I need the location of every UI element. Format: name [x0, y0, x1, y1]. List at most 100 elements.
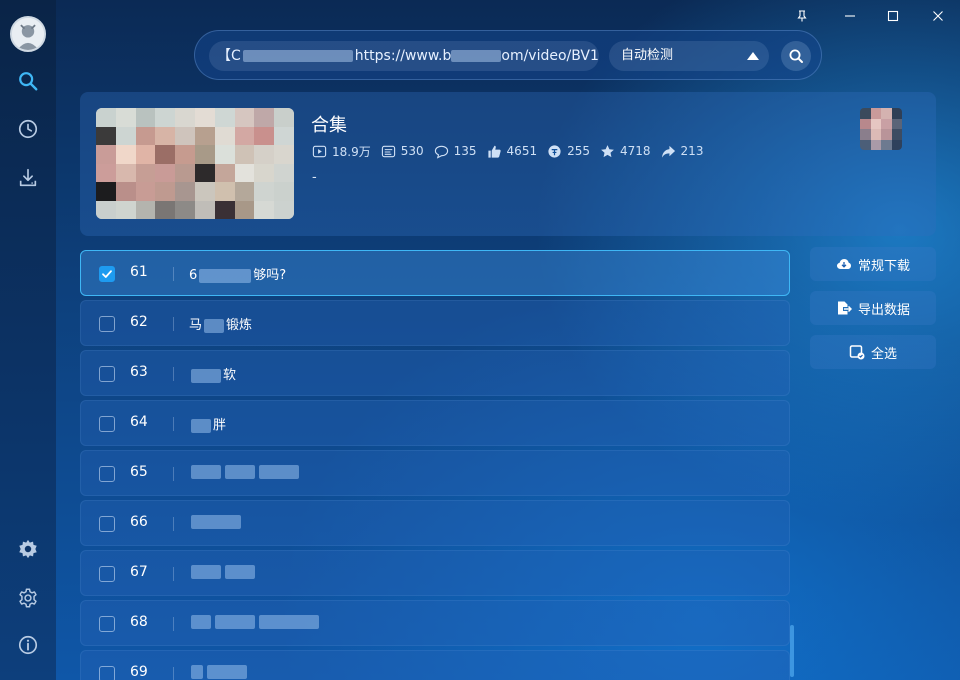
thumbnail-pixel [155, 108, 176, 127]
sidebar-item-settings[interactable] [14, 584, 42, 612]
episode-row[interactable]: 63 软 [80, 350, 790, 396]
pin-button[interactable] [782, 4, 822, 28]
row-checkbox[interactable] [99, 416, 115, 432]
stat-danmaku: 530 [381, 144, 424, 159]
episode-number: 62 [130, 314, 148, 330]
episode-row[interactable]: 61 6 够吗? [80, 250, 790, 296]
info-icon [18, 635, 38, 655]
thumbnail-pixel [135, 163, 156, 182]
download-icon [19, 168, 37, 187]
uploader-avatar[interactable] [860, 108, 902, 150]
gear-badge-icon [19, 539, 37, 559]
danmaku-icon [381, 145, 395, 157]
thumbnail-pixel [214, 200, 235, 219]
episode-row[interactable]: 62 马 锻炼 [80, 300, 790, 346]
row-divider [173, 417, 174, 431]
stat-coins: 255 [547, 144, 590, 159]
sidebar-item-history[interactable] [14, 115, 42, 143]
close-button[interactable] [918, 4, 958, 28]
avatar-pixel [870, 108, 881, 119]
stat-danmaku-value: 530 [400, 144, 424, 158]
episode-row[interactable]: 64 胖 [80, 400, 790, 446]
row-checkbox[interactable] [99, 566, 115, 582]
episode-number: 68 [130, 614, 148, 630]
sidebar-item-plugins[interactable] [14, 535, 42, 563]
episode-number: 61 [130, 264, 148, 280]
url-input[interactable]: 【C https://www.b om/video/BV1yW [209, 41, 599, 71]
pin-icon [797, 10, 807, 22]
row-divider [173, 267, 174, 281]
avatar-pixel [891, 108, 902, 119]
thumbnail-pixel [135, 200, 156, 219]
thumbnail-pixel [194, 163, 215, 182]
user-avatar[interactable] [10, 16, 46, 52]
episode-row[interactable]: 68 [80, 600, 790, 646]
sidebar-item-downloads[interactable] [14, 164, 42, 192]
episode-title: 软 [189, 364, 236, 383]
avatar-pixel [891, 129, 902, 140]
select-all-button[interactable]: 全选 [810, 335, 936, 369]
thumbnail-pixel [175, 163, 195, 182]
thumbnail-pixel [214, 163, 235, 182]
thumbnail-pixel [214, 108, 235, 127]
episode-number: 66 [130, 514, 148, 530]
row-checkbox[interactable] [99, 266, 115, 282]
redacted-block [191, 614, 211, 629]
maximize-icon [887, 10, 899, 22]
parse-mode-select[interactable]: 自动检测 [609, 41, 769, 71]
play-icon [312, 145, 327, 157]
star-icon [601, 144, 614, 157]
search-button[interactable] [781, 41, 811, 71]
row-checkbox[interactable] [99, 666, 115, 680]
row-checkbox[interactable] [99, 316, 115, 332]
thumbnail-pixel [194, 182, 215, 201]
redacted-block [191, 664, 203, 679]
normal-download-button[interactable]: 常规下载 [810, 247, 936, 281]
thumbnail-pixel [135, 182, 156, 201]
select-all-label: 全选 [870, 346, 897, 362]
thumbnail-pixel [115, 163, 136, 182]
thumbnail-pixel [254, 126, 275, 145]
episode-row[interactable]: 69 [80, 650, 790, 680]
row-divider [173, 517, 174, 531]
collection-description: - [312, 170, 317, 185]
episode-row[interactable]: 66 [80, 500, 790, 546]
stat-shares-value: 213 [680, 144, 704, 158]
episode-row[interactable]: 65 [80, 450, 790, 496]
normal-download-label: 常规下载 [857, 258, 910, 274]
gear-icon [19, 588, 37, 608]
url-text-prefix: 【C [217, 48, 241, 64]
row-checkbox[interactable] [99, 466, 115, 482]
video-info-card: 合集 18.9万 530 135 4651 255 4718 213 - [80, 92, 936, 236]
sidebar [0, 0, 56, 680]
thumbnail-pixel [274, 182, 294, 201]
episode-number: 65 [130, 464, 148, 480]
video-thumbnail[interactable] [96, 108, 294, 219]
avatar-pixel [891, 118, 902, 129]
episode-title-visible-end: 软 [223, 368, 237, 383]
maximize-button[interactable] [873, 4, 913, 28]
row-checkbox[interactable] [99, 516, 115, 532]
thumbnail-pixel [96, 126, 116, 145]
sidebar-item-about[interactable] [14, 631, 42, 659]
avatar-pixel [870, 139, 881, 150]
row-checkbox[interactable] [99, 616, 115, 632]
close-icon [933, 11, 943, 21]
episode-row[interactable]: 67 [80, 550, 790, 596]
list-scrollbar[interactable] [790, 625, 794, 677]
thumbnail-pixel [194, 126, 215, 145]
export-data-button[interactable]: 导出数据 [810, 291, 936, 325]
thumbnail-pixel [234, 200, 255, 219]
url-text-suffix: om/video/BV1yW [501, 48, 599, 64]
thumbnail-pixel [254, 200, 275, 219]
thumbnail-pixel [234, 145, 255, 164]
thumbnail-pixel [274, 126, 294, 145]
thumbnail-pixel [175, 145, 195, 164]
thumbnail-pixel [96, 182, 116, 201]
stat-favorites-value: 4718 [620, 144, 651, 158]
minimize-button[interactable] [830, 4, 870, 28]
row-checkbox[interactable] [99, 366, 115, 382]
sidebar-item-search[interactable] [14, 67, 42, 95]
redacted-block [191, 564, 221, 579]
redacted-block [242, 50, 353, 62]
